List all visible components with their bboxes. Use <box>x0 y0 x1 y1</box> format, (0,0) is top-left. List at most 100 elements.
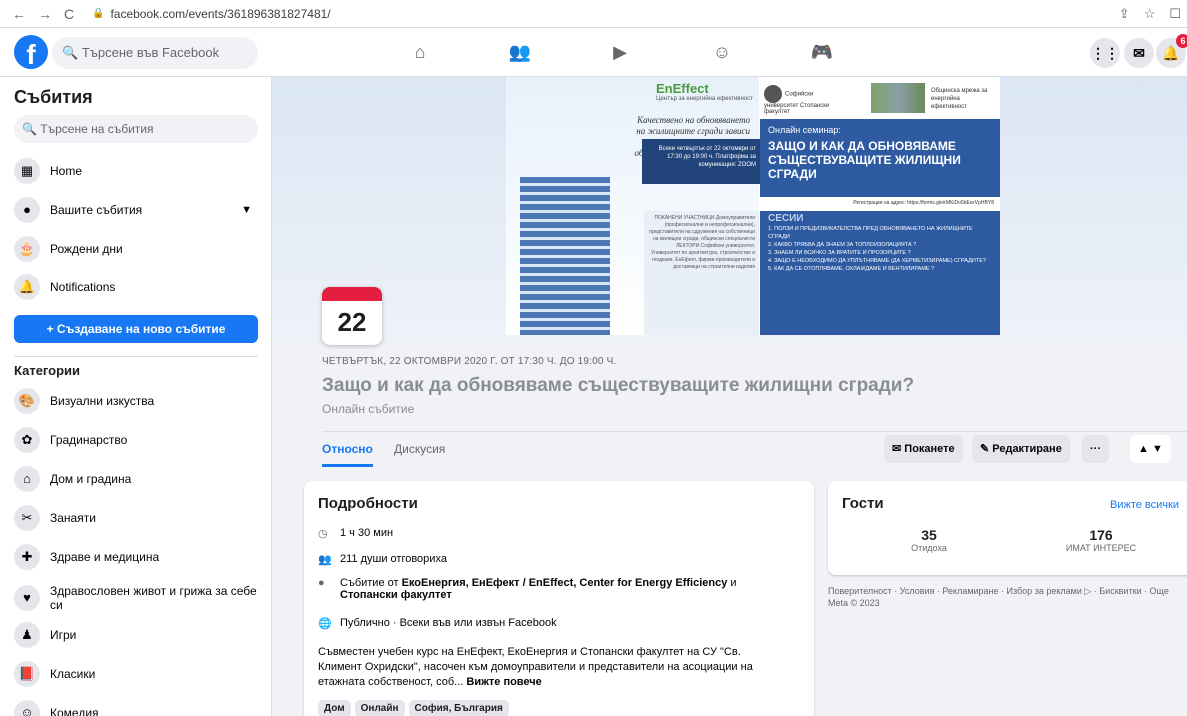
friends-icon[interactable]: 👥 <box>508 40 532 64</box>
category-item[interactable]: ✚ Здраве и медицина <box>14 539 258 575</box>
participants-text: ПОКАНЕНИ УЧАСТНИЦИ Домоуправители (профе… <box>644 211 759 335</box>
watch-icon[interactable]: ▶ <box>608 40 632 64</box>
category-item[interactable]: ♟ Игри <box>14 617 258 653</box>
going-label: Отидоха <box>911 543 947 553</box>
share-icon[interactable]: ⇪ <box>1119 6 1130 22</box>
details-card: Подробности ◷ 1 ч 30 мин 👥 211 души отгово… <box>304 481 814 716</box>
organizer2-link[interactable]: Стопански факултет <box>340 589 452 601</box>
responded-row: 👥 211 души отговориха <box>318 553 778 566</box>
facebook-logo[interactable]: f <box>14 35 48 69</box>
invite-label: Поканете <box>904 443 955 455</box>
edit-button[interactable]: ✎ Редактиране <box>972 435 1070 463</box>
category-label: Дом и градина <box>50 472 132 486</box>
invite-button[interactable]: ✉ Поканете <box>884 435 963 463</box>
description-text: Съвместен учебен курс на ЕнЕфект, ЕкоЕне… <box>318 646 753 688</box>
side-panel-icon[interactable]: ☐ <box>1169 6 1181 22</box>
category-item[interactable]: ✿ Градинарство <box>14 422 258 458</box>
event-datetime: ЧЕТВЪРТЪК, 22 ОКТОМВРИ 2020 Г. ОТ 17:30 … <box>322 356 617 367</box>
tag-chip[interactable]: София, България <box>408 700 509 716</box>
category-item[interactable]: ✂ Занаяти <box>14 500 258 536</box>
sidebar-item-your-events[interactable]: ● Вашите събития ▼ <box>14 192 258 228</box>
responded-text: 211 души отговориха <box>340 553 447 565</box>
profile-switch-button[interactable]: ▲ ▼ <box>1130 435 1171 463</box>
building-illustration <box>520 177 610 335</box>
facebook-search-input[interactable]: 🔍 Търсене във Facebook <box>52 37 258 69</box>
gaming-icon[interactable]: 🎮 <box>810 40 834 64</box>
book-icon: 📕 <box>14 661 40 687</box>
reload-icon[interactable]: C <box>64 6 74 22</box>
sidebar-item-home[interactable]: ▦ Home <box>14 153 258 189</box>
session-item: 3. ЗНАЕМ ЛИ ВСИЧКО ЗА ВРАТИТЕ И ПРОЗОРЦИ… <box>768 250 911 256</box>
chevron-down-icon[interactable]: ▼ <box>241 204 252 216</box>
house-icon: ⌂ <box>14 466 40 492</box>
sidebar-item-birthdays[interactable]: 🎂 Рождени дни <box>14 231 258 267</box>
groups-icon[interactable]: ☺ <box>710 40 734 64</box>
privacy-row: 🌐 Публично · Всеки във или извън Facebook <box>318 617 778 630</box>
sessions-title: СЕСИИ <box>768 213 804 224</box>
sidebar-item-label: Вашите събития <box>50 203 143 217</box>
create-event-button[interactable]: + Създаване на ново събитие <box>14 315 258 343</box>
footer-links-text[interactable]: Поверителност · Условия · Рекламиране · … <box>828 585 1187 597</box>
events-search-input[interactable]: 🔍 Търсене на събития <box>14 115 258 143</box>
category-item[interactable]: 📕 Класики <box>14 656 258 692</box>
organizer-text: Събитие от ЕкоЕнергия, ЕнЕфект / EnEffec… <box>340 577 737 601</box>
category-item[interactable]: ⌂ Дом и градина <box>14 461 258 497</box>
session-item: 5. КАК ДА СЕ ОТОПЛЯВАМЕ, ОХЛАЖДАМЕ И ВЕН… <box>768 266 935 272</box>
forward-icon[interactable]: → <box>38 6 52 22</box>
bell-icon: 🔔 <box>14 274 40 300</box>
tab-discussion[interactable]: Дискусия <box>394 442 445 456</box>
event-title: Защо и как да обновяваме съществуващите … <box>322 375 915 396</box>
menu-icon[interactable]: ⋮⋮ <box>1090 38 1120 68</box>
seminar-title: ЗАЩО И КАК ДА ОБНОВЯВАМЕ СЪЩЕСТВУВАЩИТЕ … <box>768 139 961 181</box>
palette-icon: 🎨 <box>14 388 40 414</box>
category-label: Занаяти <box>50 511 96 525</box>
event-cover: EnEffect Център за енергийна ефективност … <box>272 77 1187 341</box>
organizer-row: ● Събитие от ЕкоЕнергия, ЕнЕфект / EnEffe… <box>318 577 778 601</box>
people-icon: 👥 <box>318 554 332 566</box>
tab-about[interactable]: Относно <box>322 442 373 467</box>
tags-row: Дом Онлайн София, България <box>318 699 513 716</box>
event-main: EnEffect Център за енергийна ефективност … <box>272 77 1187 716</box>
sidebar-item-notifications[interactable]: 🔔 Notifications <box>14 269 258 305</box>
tag-chip[interactable]: Онлайн <box>354 700 405 716</box>
university-logo: Софийски университет Стопански факултет <box>764 85 844 115</box>
see-more-link[interactable]: Вижте повече <box>466 676 541 688</box>
facebook-header: f 🔍 Търсене във Facebook ⌂ 👥 ▶ ☺ 🎮 ⋮⋮ ✉ … <box>0 28 1187 77</box>
home-icon[interactable]: ⌂ <box>408 40 432 64</box>
details-heading: Подробности <box>318 495 418 512</box>
event-tabs: Относно Дискусия ✉ Поканете ✎ Редактиран… <box>322 431 1187 469</box>
going-count[interactable]: 35 Отидоха <box>894 527 964 553</box>
category-item[interactable]: ♥ Здравословен живот и грижа за себе си <box>14 578 258 618</box>
interested-label: ИМАТ ИНТЕРЕС <box>1065 543 1137 553</box>
cover-image[interactable]: EnEffect Център за енергийна ефективност … <box>506 77 1000 335</box>
categories-title: Категории <box>14 363 81 378</box>
category-label: Градинарство <box>50 433 128 447</box>
see-all-link[interactable]: Вижте всички <box>1110 499 1179 511</box>
organizer-link[interactable]: ЕкоЕнергия, ЕнЕфект / EnEffect, Center f… <box>402 577 728 589</box>
tag-chip[interactable]: Дом <box>318 700 351 716</box>
sidebar-item-label: Home <box>50 164 83 178</box>
date-day: 22 <box>337 307 367 337</box>
category-item[interactable]: ☺ Комедия <box>14 695 258 716</box>
session-item: 1. ПОЛЗИ И ПРЕДИЗВИКАТЕЛСТВА ПРЕД ОБНОВЯ… <box>768 226 973 240</box>
star-icon[interactable]: ☆ <box>1144 6 1156 22</box>
session-item: 4. ЗАЩО Е НЕОБХОДИМО ДА УПЛЪТНЯВАМЕ (ДА … <box>768 258 986 264</box>
interested-count[interactable]: 176 ИМАТ ИНТЕРЕС <box>1046 527 1156 553</box>
interested-number: 176 <box>1089 527 1113 543</box>
category-label: Здравословен живот и грижа за себе си <box>50 584 257 612</box>
messenger-icon[interactable]: ✉ <box>1124 38 1154 68</box>
event-type: Онлайн събитие <box>322 402 415 416</box>
privacy-text: Публично · Всеки във или извън Facebook <box>340 617 557 629</box>
address-bar[interactable]: facebook.com/events/361896381827481/ <box>110 7 330 21</box>
more-button[interactable]: ··· <box>1082 435 1109 463</box>
calendar-icon: ▦ <box>14 158 40 184</box>
footer-links[interactable]: Поверителност · Условия · Рекламиране · … <box>828 585 1187 609</box>
back-icon[interactable]: ← <box>12 6 26 22</box>
category-item[interactable]: 🎨 Визуални изкуства <box>14 383 258 419</box>
seminar-panel: Онлайн семинар: ЗАЩО И КАК ДА ОБНОВЯВАМЕ… <box>760 119 1000 197</box>
category-label: Класики <box>50 667 96 681</box>
notifications-bell-icon[interactable]: 🔔 6 <box>1156 34 1187 68</box>
person-icon: ● <box>318 577 325 589</box>
copyright: Meta © 2023 <box>828 598 880 608</box>
clock-icon: ◷ <box>318 528 328 540</box>
